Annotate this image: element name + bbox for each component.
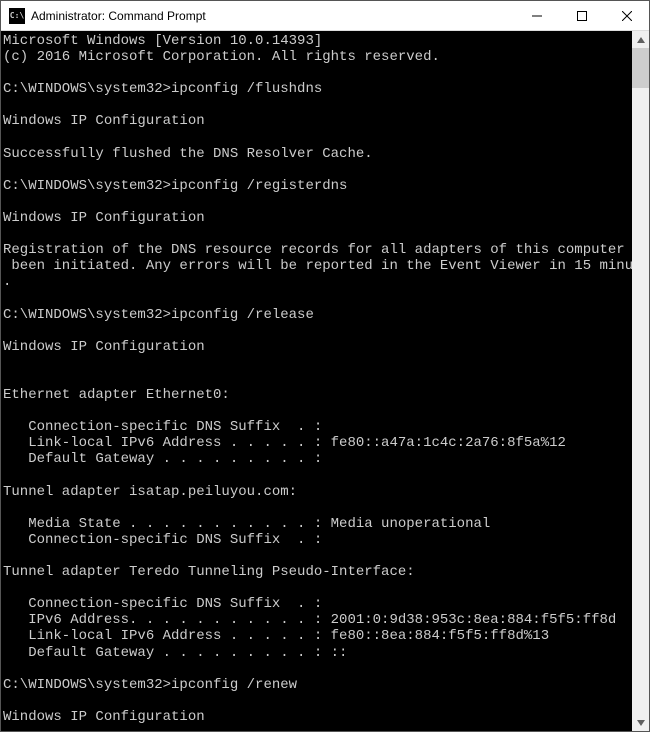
close-icon	[622, 11, 632, 21]
maximize-button[interactable]	[559, 1, 604, 30]
maximize-icon	[577, 11, 587, 21]
minimize-icon	[532, 11, 542, 21]
window-title: Administrator: Command Prompt	[31, 9, 514, 23]
minimize-button[interactable]	[514, 1, 559, 30]
terminal-area: Microsoft Windows [Version 10.0.14393] (…	[1, 31, 649, 731]
scroll-up-arrow[interactable]	[632, 31, 649, 48]
terminal-output[interactable]: Microsoft Windows [Version 10.0.14393] (…	[1, 31, 632, 731]
cmd-icon: C:\	[9, 8, 25, 24]
scroll-down-arrow[interactable]	[632, 714, 649, 731]
vertical-scrollbar[interactable]	[632, 31, 649, 731]
scroll-thumb[interactable]	[632, 48, 649, 88]
scroll-track[interactable]	[632, 48, 649, 714]
chevron-down-icon	[637, 720, 645, 726]
titlebar-controls	[514, 1, 649, 30]
command-prompt-window: C:\ Administrator: Command Prompt Micros…	[0, 0, 650, 732]
close-button[interactable]	[604, 1, 649, 30]
chevron-up-icon	[637, 37, 645, 43]
titlebar[interactable]: C:\ Administrator: Command Prompt	[1, 1, 649, 31]
